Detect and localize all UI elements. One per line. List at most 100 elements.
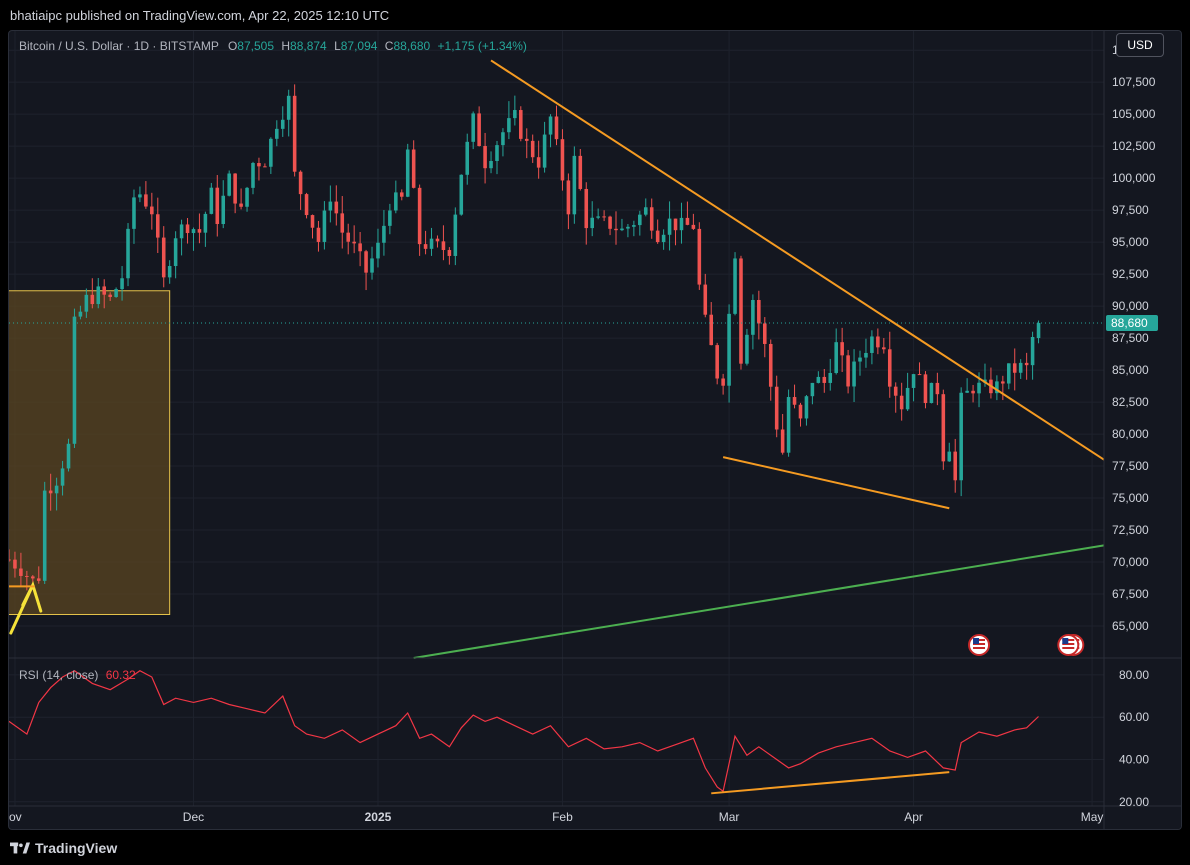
time-tick-label: ov <box>9 810 22 824</box>
candle-body <box>316 227 321 242</box>
candle-body <box>727 313 731 386</box>
candle <box>1012 348 1017 391</box>
candle <box>751 294 755 350</box>
candle <box>804 395 809 426</box>
candle <box>185 218 190 244</box>
candle-body <box>185 224 190 234</box>
tradingview-logo-icon <box>10 842 30 854</box>
candle <box>679 202 684 244</box>
candle-body <box>953 451 958 481</box>
candle <box>768 339 773 401</box>
publish-header: bhatiaipc published on TradingView.com, … <box>0 0 1190 30</box>
candle <box>1030 331 1035 380</box>
chart-svg[interactable]: 110,000107,500105,000102,500100,00097,50… <box>9 31 1182 830</box>
candle <box>667 201 672 251</box>
candle-body <box>298 171 303 195</box>
candle <box>899 382 904 421</box>
candle-body <box>126 228 130 279</box>
candle <box>173 231 178 279</box>
candle <box>453 207 458 266</box>
candle <box>780 413 785 455</box>
candle-body <box>703 284 708 315</box>
candle-body <box>566 180 571 215</box>
us-flag-event-icon[interactable] <box>968 634 991 656</box>
candle-body <box>453 214 458 256</box>
candle-body <box>1024 362 1029 366</box>
candle <box>144 181 148 209</box>
candle-body <box>965 390 969 393</box>
candle-body <box>596 216 600 218</box>
candle <box>191 227 196 251</box>
candle <box>643 198 648 217</box>
candle <box>304 192 309 219</box>
candle-body <box>899 395 904 410</box>
candle-body <box>667 218 672 235</box>
candle-body <box>846 355 850 387</box>
candle <box>923 371 928 409</box>
candle <box>739 255 743 370</box>
candle-body <box>858 357 862 362</box>
chart-panel[interactable]: 110,000107,500105,000102,500100,00097,50… <box>8 30 1182 830</box>
candle <box>429 227 434 256</box>
candle-body <box>691 224 696 229</box>
candle <box>584 182 589 245</box>
candle-body <box>257 163 261 167</box>
candle <box>846 349 850 394</box>
time-tick-label: Dec <box>183 810 204 824</box>
candle-body <box>19 568 23 576</box>
candle-body <box>929 382 934 404</box>
candle <box>721 373 725 395</box>
candle-body <box>102 286 107 295</box>
candle-body <box>816 376 821 383</box>
candle-body <box>477 113 481 147</box>
candle <box>364 249 368 291</box>
candle-body <box>1006 363 1011 384</box>
rsi-tick-label: 80.00 <box>1119 668 1149 682</box>
candle <box>209 182 214 215</box>
candle <box>905 372 910 411</box>
price-tick-label: 92,500 <box>1112 267 1149 281</box>
candle-body <box>173 238 178 267</box>
time-tick-label: May <box>1081 810 1104 824</box>
candle-body <box>941 394 946 462</box>
candle-body <box>429 238 434 249</box>
candle-body <box>66 443 71 469</box>
candle-body <box>150 206 154 215</box>
candle-body <box>245 187 249 207</box>
candle-body <box>292 95 297 172</box>
candle-body <box>447 250 452 256</box>
time-tick-label: Feb <box>552 810 573 824</box>
candle <box>882 338 886 354</box>
symbol-title: Bitcoin / U.S. Dollar · 1D · BITSTAMP <box>19 39 219 53</box>
us-flag-event-icon[interactable] <box>1057 634 1080 656</box>
candle-body <box>1001 381 1005 384</box>
price-tick-label: 95,000 <box>1112 235 1149 249</box>
price-tick-label: 85,000 <box>1112 363 1149 377</box>
candle-body <box>489 160 493 169</box>
candle <box>971 384 975 403</box>
candle <box>548 114 553 148</box>
price-tick-label: 80,000 <box>1112 427 1149 441</box>
candle <box>828 358 833 391</box>
candle-body <box>626 226 630 229</box>
candle-body <box>411 149 416 188</box>
candle-body <box>548 116 553 135</box>
candle-body <box>959 392 963 481</box>
candle-body <box>227 173 231 196</box>
candle <box>608 215 612 236</box>
candle-body <box>602 216 606 218</box>
candle <box>673 218 678 246</box>
candle-body <box>161 237 166 278</box>
flag-canton <box>1062 638 1069 644</box>
candle <box>465 133 470 185</box>
candle <box>114 287 118 298</box>
tradingview-logo[interactable]: TradingView <box>10 840 117 856</box>
candle-body <box>215 187 220 225</box>
candle-body <box>405 149 410 197</box>
candle <box>394 180 398 214</box>
price-tick-label: 70,000 <box>1112 555 1149 569</box>
high-label: H <box>281 39 291 53</box>
candle <box>685 201 690 226</box>
currency-button[interactable]: USD <box>1116 33 1164 57</box>
candle <box>995 375 999 401</box>
